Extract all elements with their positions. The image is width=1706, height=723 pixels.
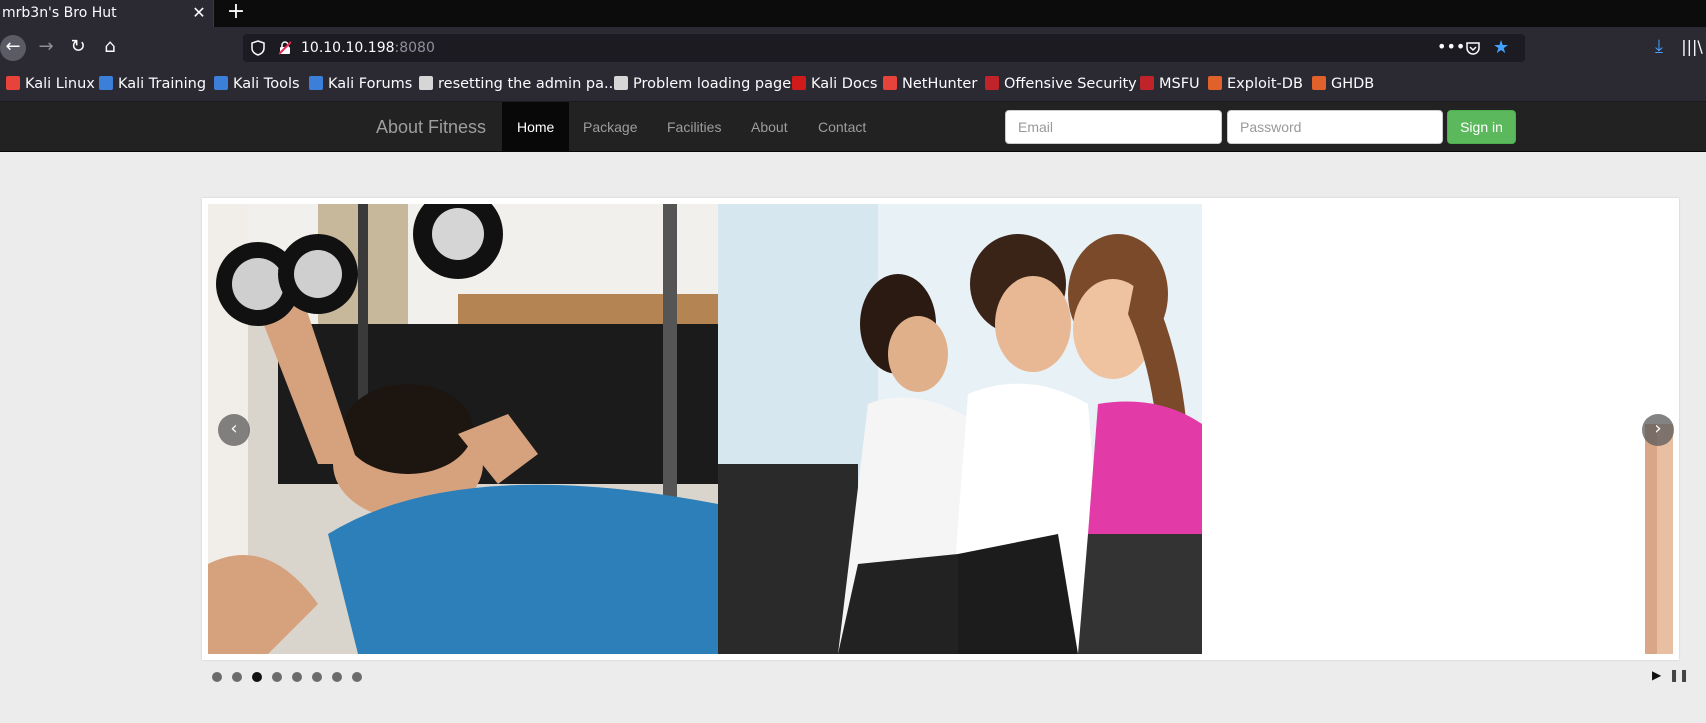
pocket-icon[interactable] <box>1465 40 1481 56</box>
bookmark-label: Offensive Security <box>1004 76 1137 92</box>
bookmark-item[interactable]: Kali Training <box>99 67 206 101</box>
library-icon[interactable]: |||\ <box>1680 34 1704 60</box>
site-brand[interactable]: About Fitness <box>376 102 486 152</box>
tracking-shield-icon[interactable] <box>251 40 265 56</box>
browser-toolbar: ← → ↻ ⌂ 10.10.10.198:8080 ••• ★ ⤓ |||\ <box>0 27 1706 67</box>
bookmark-label: GHDB <box>1331 76 1375 92</box>
bookmark-label: Kali Tools <box>233 76 300 92</box>
nav-home[interactable]: Home <box>502 102 570 152</box>
carousel-dot[interactable] <box>232 672 242 682</box>
bookmark-item[interactable]: Kali Tools <box>214 67 300 101</box>
carousel-dot[interactable] <box>292 672 302 682</box>
email-input[interactable] <box>1005 110 1222 144</box>
bookmark-item[interactable]: Kali Forums <box>309 67 412 101</box>
carousel-dot[interactable] <box>352 672 362 682</box>
back-arrow-icon[interactable]: ← <box>0 35 26 61</box>
bookmark-label: Exploit-DB <box>1227 76 1303 92</box>
nav-package[interactable]: Package <box>568 102 652 152</box>
tab-strip: mrb3n's Bro Hut ✕ + <box>0 0 1706 27</box>
exploitdb-icon <box>1208 76 1222 90</box>
url-port: :8080 <box>394 40 435 56</box>
tab-close-icon[interactable]: ✕ <box>190 4 208 22</box>
bookmark-label: Kali Linux <box>25 76 95 92</box>
bookmark-item[interactable]: MSFU <box>1140 67 1200 101</box>
bookmarks-toolbar: Kali Linux Kali Training Kali Tools Kali Fo… <box>0 67 1706 102</box>
nethunter-icon <box>883 76 897 90</box>
download-icon[interactable]: ⤓ <box>1647 34 1671 60</box>
kali-docs-icon <box>792 76 806 90</box>
carousel-dot[interactable] <box>272 672 282 682</box>
bookmark-item[interactable]: NetHunter <box>883 67 977 101</box>
bookmark-item[interactable]: Exploit-DB <box>1208 67 1303 101</box>
bookmark-label: resetting the admin pa... <box>438 76 618 92</box>
bookmark-item[interactable]: Offensive Security <box>985 67 1137 101</box>
bookmark-item[interactable]: Kali Linux <box>6 67 95 101</box>
active-tab[interactable]: mrb3n's Bro Hut ✕ <box>0 0 214 27</box>
ghdb-icon <box>1312 76 1326 90</box>
nav-contact[interactable]: Contact <box>803 102 881 152</box>
kali-training-icon <box>99 76 113 90</box>
site-navbar: About Fitness Home Package Facilities Ab… <box>0 102 1706 152</box>
url-text[interactable]: 10.10.10.198:8080 <box>301 34 435 62</box>
kali-tools-icon <box>214 76 228 90</box>
tab-title: mrb3n's Bro Hut <box>2 5 117 21</box>
reload-icon[interactable]: ↻ <box>65 35 91 61</box>
carousel-dot[interactable] <box>332 672 342 682</box>
offsec-icon <box>985 76 999 90</box>
bookmark-label: Kali Training <box>118 76 207 92</box>
slide-image-spin-class <box>718 204 1202 654</box>
bookmark-star-icon[interactable]: ★ <box>1493 36 1509 60</box>
bookmark-item[interactable]: resetting the admin pa... <box>419 67 618 101</box>
home-icon[interactable]: ⌂ <box>97 35 123 61</box>
bookmark-label: Kali Docs <box>811 76 878 92</box>
bookmark-label: Problem loading page <box>633 76 792 92</box>
bookmark-item[interactable]: Problem loading page <box>614 67 791 101</box>
image-carousel: ‹ › <box>202 198 1679 660</box>
carousel-dot[interactable] <box>212 672 222 682</box>
bookmark-item[interactable]: Kali Docs <box>792 67 877 101</box>
globe-icon <box>614 76 628 90</box>
play-icon[interactable]: ▶ <box>1652 667 1661 683</box>
url-host: 10.10.10.198 <box>301 40 395 56</box>
carousel-prev-icon[interactable]: ‹ <box>218 414 250 446</box>
forward-arrow-icon[interactable]: → <box>33 35 59 61</box>
bookmark-label: Kali Forums <box>328 76 413 92</box>
nav-about[interactable]: About <box>736 102 803 152</box>
nav-facilities[interactable]: Facilities <box>652 102 736 152</box>
kali-dragon-icon <box>6 76 20 90</box>
insecure-lock-icon[interactable] <box>279 41 291 55</box>
site-icon <box>419 76 433 90</box>
kali-forums-icon <box>309 76 323 90</box>
new-tab-icon[interactable]: + <box>224 1 248 25</box>
bookmark-label: NetHunter <box>902 76 978 92</box>
carousel-dot[interactable] <box>312 672 322 682</box>
msfu-icon <box>1140 76 1154 90</box>
bookmark-item[interactable]: GHDB <box>1312 67 1374 101</box>
carousel-next-icon[interactable]: › <box>1642 414 1674 446</box>
pause-icon[interactable]: ❚❚ <box>1669 667 1689 683</box>
password-input[interactable] <box>1227 110 1443 144</box>
page-actions-icon[interactable]: ••• <box>1437 34 1465 60</box>
slide-image-dumbbell-press <box>208 204 718 654</box>
carousel-dot[interactable] <box>252 672 262 682</box>
sign-in-button[interactable]: Sign in <box>1447 110 1516 144</box>
bookmark-label: MSFU <box>1159 76 1200 92</box>
address-bar[interactable]: 10.10.10.198:8080 ••• ★ <box>243 34 1525 62</box>
